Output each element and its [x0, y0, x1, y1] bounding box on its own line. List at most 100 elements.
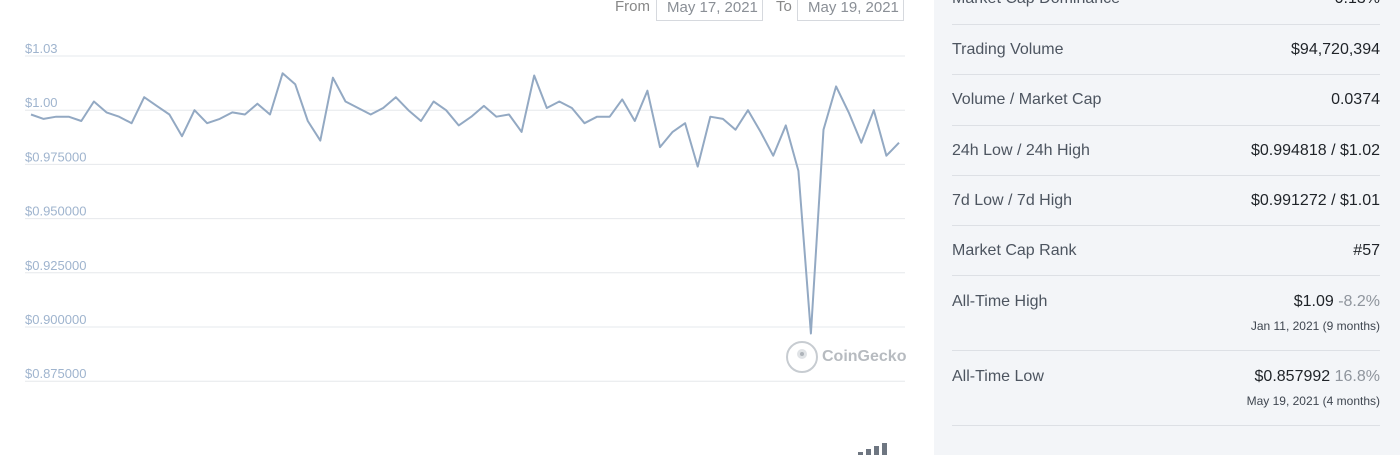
stat-row-volume-market-cap: Volume / Market Cap 0.0374 [952, 75, 1380, 126]
data-point[interactable] [583, 121, 587, 125]
data-point[interactable] [796, 169, 800, 173]
atl-date: May 19, 2021 (4 months) [1246, 394, 1380, 408]
data-point[interactable] [29, 113, 33, 117]
data-point[interactable] [482, 104, 486, 108]
market-stats-panel: Market Cap Dominance 0.13% Trading Volum… [934, 0, 1400, 455]
data-point[interactable] [406, 108, 410, 112]
data-point[interactable] [331, 76, 335, 80]
data-point[interactable] [230, 110, 234, 114]
stat-label: All-Time Low [952, 368, 1044, 385]
data-point[interactable] [658, 145, 662, 149]
data-point[interactable] [822, 128, 826, 132]
y-tick-label: $0.975000 [25, 149, 86, 164]
ath-date: Jan 11, 2021 (9 months) [1250, 319, 1380, 333]
atl-price: $0.857992 [1254, 368, 1331, 385]
data-point[interactable] [734, 128, 738, 132]
data-point[interactable] [281, 71, 285, 75]
data-point[interactable] [92, 100, 96, 104]
data-point[interactable] [570, 106, 574, 110]
signal-bars-icon [858, 442, 887, 455]
price-chart[interactable]: $1.03 $1.00 $0.975000 $0.950000 $0.925000 $0.… [0, 0, 934, 455]
stat-row-all-time-high: All-Time High $1.09 -8.2% Jan 11, 2021 (… [952, 276, 1380, 351]
data-point[interactable] [67, 115, 71, 119]
data-point[interactable] [759, 130, 763, 134]
stat-label: Trading Volume [952, 41, 1064, 58]
data-point[interactable] [142, 95, 146, 99]
stat-value: $0.994818 / $1.02 [1250, 142, 1380, 159]
data-point[interactable] [859, 141, 863, 145]
data-point[interactable] [771, 154, 775, 158]
data-point[interactable] [180, 134, 184, 138]
data-point[interactable] [193, 108, 197, 112]
data-point[interactable] [218, 117, 222, 121]
data-point[interactable] [344, 100, 348, 104]
data-point[interactable] [306, 119, 310, 123]
data-point[interactable] [620, 97, 624, 101]
data-point[interactable] [708, 115, 712, 119]
data-point[interactable] [847, 110, 851, 114]
y-axis-ticks: $1.03 $1.00 $0.975000 $0.950000 $0.925000 $0.… [25, 41, 86, 381]
stat-value-group: $1.09 -8.2% [1294, 293, 1380, 311]
y-tick-label: $0.925000 [25, 258, 86, 273]
data-point[interactable] [155, 104, 159, 108]
data-point[interactable] [746, 108, 750, 112]
data-point[interactable] [369, 113, 373, 117]
data-point[interactable] [167, 113, 171, 117]
data-point[interactable] [394, 95, 398, 99]
data-point[interactable] [318, 139, 322, 143]
data-point[interactable] [507, 113, 511, 117]
ath-change: -8.2% [1338, 293, 1380, 310]
stat-value: $0.991272 / $1.01 [1250, 192, 1380, 209]
data-point[interactable] [432, 100, 436, 104]
y-tick-label: $1.03 [25, 41, 58, 56]
stat-value: $94,720,394 [1291, 41, 1380, 58]
stat-row-7d-low-high: 7d Low / 7d High $0.991272 / $1.01 [952, 176, 1380, 226]
data-point[interactable] [356, 106, 360, 110]
stat-value-group: $0.857992 16.8% [1255, 368, 1380, 386]
data-point[interactable] [595, 115, 599, 119]
data-point[interactable] [381, 106, 385, 110]
price-chart-panel: From May 17, 2021 To May 19, 2021 $1.03 $… [0, 0, 934, 455]
stat-label: All-Time High [952, 293, 1048, 310]
data-point[interactable] [834, 84, 838, 88]
data-point[interactable] [494, 115, 498, 119]
data-point[interactable] [683, 121, 687, 125]
y-tick-label: $1.00 [25, 95, 58, 110]
data-point[interactable] [117, 115, 121, 119]
data-point[interactable] [608, 115, 612, 119]
data-point[interactable] [520, 130, 524, 134]
ath-price: $1.09 [1293, 293, 1334, 310]
data-point[interactable] [671, 130, 675, 134]
data-point[interactable] [457, 123, 461, 127]
data-point[interactable] [105, 110, 109, 114]
data-point[interactable] [268, 113, 272, 117]
data-point[interactable] [469, 115, 473, 119]
data-point[interactable] [243, 113, 247, 117]
data-point[interactable] [872, 108, 876, 112]
data-point[interactable] [79, 119, 83, 123]
data-point[interactable] [42, 117, 46, 121]
data-point[interactable] [545, 106, 549, 110]
stat-value: 0.0374 [1331, 91, 1380, 108]
data-point[interactable] [54, 115, 58, 119]
data-point[interactable] [130, 121, 134, 125]
data-point[interactable] [897, 141, 901, 145]
data-point[interactable] [205, 121, 209, 125]
stat-row-all-time-low: All-Time Low $0.857992 16.8% May 19, 202… [952, 351, 1380, 426]
data-point[interactable] [255, 102, 259, 106]
data-point[interactable] [645, 89, 649, 93]
stat-row-market-cap-dominance: Market Cap Dominance 0.13% [952, 0, 1380, 25]
data-point[interactable] [721, 117, 725, 121]
y-tick-label: $0.900000 [25, 312, 86, 327]
data-point[interactable] [419, 119, 423, 123]
data-point[interactable] [293, 82, 297, 86]
data-point[interactable] [784, 123, 788, 127]
stat-label: 7d Low / 7d High [952, 192, 1073, 209]
data-point[interactable] [444, 108, 448, 112]
data-point[interactable] [696, 165, 700, 169]
data-point[interactable] [557, 100, 561, 104]
data-point[interactable] [809, 332, 813, 336]
data-point[interactable] [633, 119, 637, 123]
data-point[interactable] [532, 74, 536, 78]
data-point[interactable] [884, 154, 888, 158]
